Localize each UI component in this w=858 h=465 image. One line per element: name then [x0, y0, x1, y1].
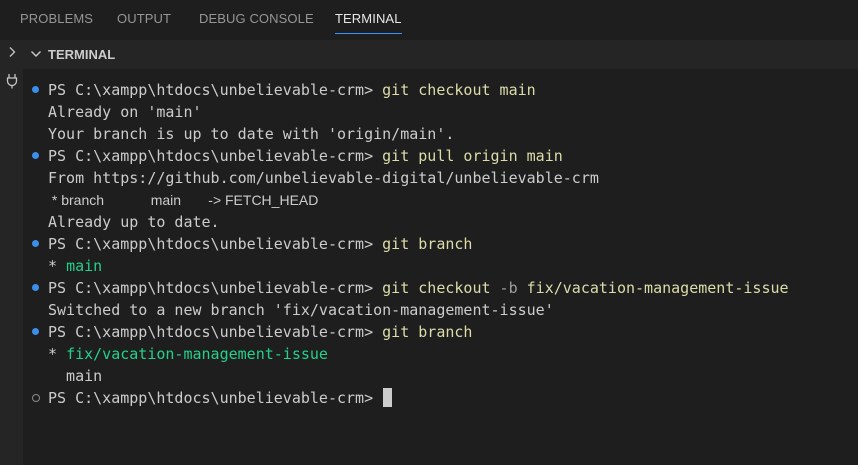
terminal-prompt: PS C:\xampp\htdocs\unbelievable-crm> [48, 389, 374, 407]
terminal-line-output: Switched to a new branch 'fix/vacation-m… [48, 301, 554, 319]
terminal-line-output: main [48, 367, 103, 385]
terminal-command-flag: -b [499, 279, 518, 297]
terminal-line-output: Already up to date. [48, 213, 220, 231]
panel-tab-bar: PROBLEMS OUTPUT DEBUG CONSOLE TERMINAL [0, 0, 858, 40]
terminal-line-output: * main [48, 255, 102, 277]
tab-output[interactable]: OUTPUT [117, 0, 171, 40]
command-success-icon[interactable] [32, 86, 39, 93]
terminal-line-command: PS C:\xampp\htdocs\unbelievable-crm> git… [48, 79, 536, 101]
tab-problems[interactable]: PROBLEMS [20, 0, 93, 40]
plug-icon[interactable] [0, 69, 23, 93]
terminal-line-output: From https://github.com/unbelievable-dig… [48, 169, 599, 187]
terminal-prompt: PS C:\xampp\htdocs\unbelievable-crm> [48, 147, 374, 165]
terminal-command: git branch [382, 235, 473, 253]
command-success-icon[interactable] [32, 152, 39, 159]
terminal-output[interactable]: PS C:\xampp\htdocs\unbelievable-crm> git… [23, 69, 858, 465]
terminal-prompt: PS C:\xampp\htdocs\unbelievable-crm> [48, 81, 374, 99]
terminal-line-command: PS C:\xampp\htdocs\unbelievable-crm> git… [48, 233, 472, 255]
terminal-line-output: Already on 'main' [48, 103, 202, 121]
terminal-command-arg: fix/vacation-management-issue [526, 279, 789, 297]
terminal-line-command: PS C:\xampp\htdocs\unbelievable-crm> git… [48, 277, 789, 299]
terminal-line-prompt[interactable]: PS C:\xampp\htdocs\unbelievable-crm> [48, 387, 393, 409]
terminal-prompt: PS C:\xampp\htdocs\unbelievable-crm> [48, 279, 374, 297]
chevron-right-icon[interactable] [0, 40, 23, 64]
command-success-icon[interactable] [32, 284, 39, 291]
chevron-down-icon [31, 51, 41, 57]
command-success-icon[interactable] [32, 240, 39, 247]
terminal-section-title: TERMINAL [48, 47, 116, 62]
branch-name-current: fix/vacation-management-issue [66, 345, 328, 363]
command-success-icon[interactable] [32, 328, 39, 335]
tab-debug-console[interactable]: DEBUG CONSOLE [199, 0, 314, 40]
terminal-line-output: Your branch is up to date with 'origin/m… [48, 125, 455, 143]
terminal-line-command: PS C:\xampp\htdocs\unbelievable-crm> git… [48, 145, 563, 167]
tab-terminal[interactable]: TERMINAL [335, 0, 402, 40]
terminal-command: git pull origin main [382, 147, 563, 165]
terminal-line-output: * branch main -> FETCH_HEAD [48, 192, 319, 208]
branch-marker: * [48, 345, 67, 363]
terminal-prompt: PS C:\xampp\htdocs\unbelievable-crm> [48, 235, 374, 253]
terminal-section-header[interactable]: TERMINAL [23, 40, 858, 69]
branch-marker: * [48, 257, 67, 275]
branch-name-current: main [66, 257, 103, 275]
terminal-command: git checkout main [382, 81, 536, 99]
terminal-line-output: * fix/vacation-management-issue [48, 343, 328, 365]
command-pending-icon[interactable] [32, 394, 40, 402]
terminal-command: git branch [382, 323, 473, 341]
terminal-line-command: PS C:\xampp\htdocs\unbelievable-crm> git… [48, 321, 472, 343]
terminal-command: git checkout [382, 279, 491, 297]
terminal-side-bar [0, 40, 23, 465]
terminal-cursor [383, 388, 393, 407]
terminal-prompt: PS C:\xampp\htdocs\unbelievable-crm> [48, 323, 374, 341]
